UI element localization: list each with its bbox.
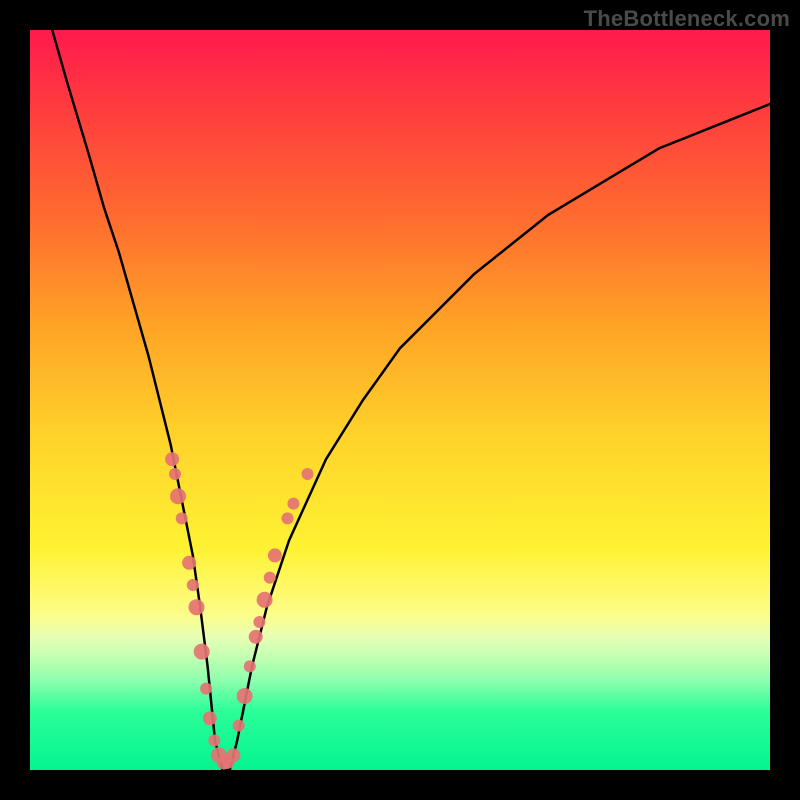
data-marker	[189, 599, 205, 615]
data-marker	[165, 452, 179, 466]
data-marker	[169, 468, 181, 480]
data-marker	[257, 592, 273, 608]
plot-area	[30, 30, 770, 770]
data-marker	[200, 683, 212, 695]
data-marker	[203, 711, 217, 725]
data-marker	[187, 579, 199, 591]
chart-frame: TheBottleneck.com	[0, 0, 800, 800]
data-marker	[208, 734, 220, 746]
data-marker	[264, 572, 276, 584]
data-marker	[233, 720, 245, 732]
data-marker	[244, 660, 256, 672]
data-marker	[176, 512, 188, 524]
data-marker	[182, 556, 196, 570]
data-marker	[194, 644, 210, 660]
data-marker	[237, 688, 253, 704]
data-marker	[302, 468, 314, 480]
bottleneck-curve	[52, 30, 770, 770]
watermark-text: TheBottleneck.com	[584, 6, 790, 32]
data-marker	[227, 748, 241, 762]
data-marker	[170, 488, 186, 504]
data-markers	[165, 452, 313, 769]
curve-svg	[30, 30, 770, 770]
data-marker	[253, 616, 265, 628]
data-marker	[287, 498, 299, 510]
data-marker	[249, 630, 263, 644]
data-marker	[268, 548, 282, 562]
data-marker	[282, 512, 294, 524]
